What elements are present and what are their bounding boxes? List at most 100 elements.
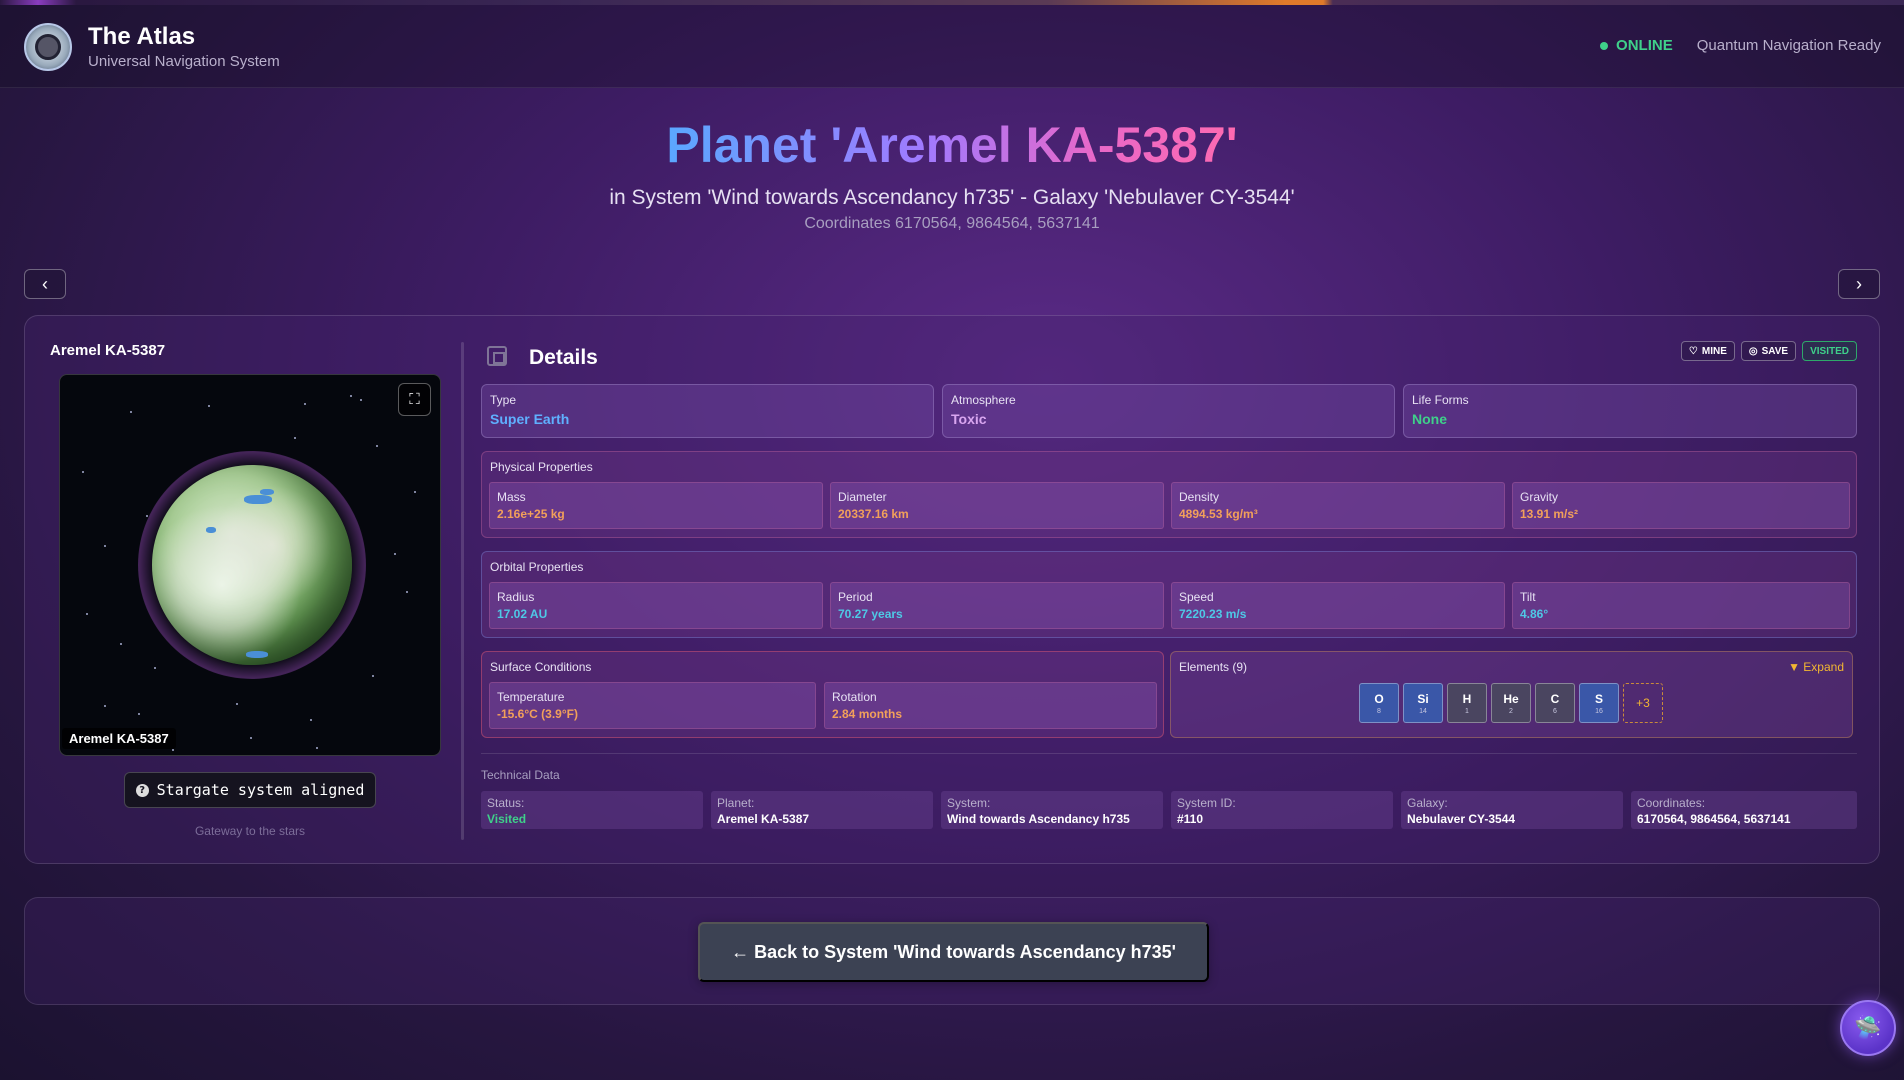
tech-galaxy-label: Galaxy:	[1407, 796, 1448, 810]
element-tiles: O 8 Si 14 H 1 He 2 C 6 S 16 +3	[1359, 683, 1663, 723]
elements-section: Elements (9) ▼ Expand O 8 Si 14 H 1 He 2	[1170, 651, 1853, 738]
density-value: 4894.53 kg/m³	[1179, 507, 1258, 521]
atmosphere-box: Atmosphere Toxic	[942, 384, 1395, 438]
atlas-logo-icon[interactable]	[24, 23, 72, 71]
orbital-properties-section: Orbital Properties Radius 17.02 AU Perio…	[481, 551, 1857, 638]
element-number: 8	[1377, 707, 1381, 715]
type-box: Type Super Earth	[481, 384, 934, 438]
life-forms-box: Life Forms None	[1403, 384, 1857, 438]
online-label: ONLINE	[1616, 37, 1673, 54]
radius-cell: Radius 17.02 AU	[489, 582, 823, 629]
navigation-status-message: Quantum Navigation Ready	[1696, 37, 1881, 54]
mass-cell: Mass 2.16e+25 kg	[489, 482, 823, 529]
tech-system-cell: System: Wind towards Ascendancy h735	[941, 791, 1163, 829]
element-tile-helium[interactable]: He 2	[1491, 683, 1531, 723]
atmosphere-value: Toxic	[951, 411, 987, 427]
details-title: Details	[529, 346, 598, 369]
planet-viewer[interactable]: ⛶ Aremel KA-5387	[59, 374, 441, 756]
rotation-label: Rotation	[832, 690, 877, 704]
pin-icon: ◎	[1748, 345, 1758, 357]
tech-system-id-cell: System ID: #110	[1171, 791, 1393, 829]
mass-label: Mass	[497, 490, 526, 504]
element-tile-sulfur[interactable]: S 16	[1579, 683, 1619, 723]
speed-value: 7220.23 m/s	[1179, 607, 1247, 621]
element-tile-silicon[interactable]: Si 14	[1403, 683, 1443, 723]
physical-properties-section: Physical Properties Mass 2.16e+25 kg Dia…	[481, 451, 1857, 538]
period-cell: Period 70.27 years	[830, 582, 1164, 629]
density-label: Density	[1179, 490, 1220, 504]
tech-status-value: Visited	[487, 812, 527, 826]
element-symbol: S	[1594, 691, 1603, 706]
technical-divider	[481, 753, 1857, 754]
element-number: 1	[1465, 707, 1469, 715]
element-tile-oxygen[interactable]: O 8	[1359, 683, 1399, 723]
planet-render	[152, 465, 352, 665]
column-divider	[461, 342, 464, 840]
app-header: The Atlas Universal Navigation System ON…	[0, 5, 1904, 88]
technical-data-title: Technical Data	[481, 768, 560, 782]
action-buttons: ♡ MINE ◎ SAVE VISITED	[1680, 341, 1857, 361]
density-cell: Density 4894.53 kg/m³	[1171, 482, 1505, 529]
temperature-label: Temperature	[497, 690, 565, 704]
more-elements-label: +3	[1636, 696, 1650, 710]
elements-title: Elements (9)	[1179, 660, 1248, 674]
radius-value: 17.02 AU	[497, 607, 548, 621]
planet-card: Aremel KA-5387 ⛶ Aremel KA-5387 ? Starga…	[24, 315, 1880, 864]
stargate-icon: ?	[135, 783, 149, 797]
tilt-cell: Tilt 4.86°	[1512, 582, 1850, 629]
save-button[interactable]: ◎ SAVE	[1740, 341, 1797, 361]
diameter-cell: Diameter 20337.16 km	[830, 482, 1164, 529]
element-tile-carbon[interactable]: C 6	[1535, 683, 1575, 723]
mine-button[interactable]: ♡ MINE	[1680, 341, 1735, 361]
tech-status-cell: Status: Visited	[481, 791, 703, 829]
back-to-system-button[interactable]: ← Back to System 'Wind towards Ascendanc…	[698, 922, 1209, 982]
period-label: Period	[838, 590, 873, 604]
more-elements-button[interactable]: +3	[1623, 683, 1663, 723]
next-planet-button[interactable]: ›	[1838, 269, 1880, 299]
back-navigation-card: ← Back to System 'Wind towards Ascendanc…	[24, 897, 1880, 1005]
planet-viewer-column: Aremel KA-5387 ⛶ Aremel KA-5387 ? Starga…	[25, 316, 462, 865]
tilt-label: Tilt	[1520, 590, 1536, 604]
details-column: Details ♡ MINE ◎ SAVE VISITED Type Super E…	[481, 316, 1857, 865]
tech-coordinates-label: Coordinates:	[1637, 796, 1706, 810]
previous-planet-button[interactable]: ‹	[24, 269, 66, 299]
element-tile-hydrogen[interactable]: H 1	[1447, 683, 1487, 723]
stargate-status-button[interactable]: ? Stargate system aligned	[124, 772, 376, 808]
orbital-properties-title: Orbital Properties	[490, 560, 584, 574]
element-number: 2	[1509, 707, 1513, 715]
element-symbol: Si	[1417, 691, 1429, 706]
element-symbol: C	[1550, 691, 1560, 706]
mass-value: 2.16e+25 kg	[497, 507, 565, 521]
tech-system-value: Wind towards Ascendancy h735	[947, 812, 1130, 826]
gravity-value: 13.91 m/s²	[1520, 507, 1579, 521]
tech-system-id-value: #110	[1177, 812, 1204, 826]
chevron-left-icon: ‹	[42, 273, 48, 294]
temperature-cell: Temperature -15.6°C (3.9°F)	[489, 682, 816, 729]
app-subtitle: Universal Navigation System	[88, 53, 280, 70]
details-cube-icon	[487, 346, 507, 366]
status-dot-icon	[1600, 41, 1609, 50]
surface-conditions-title: Surface Conditions	[490, 660, 592, 674]
online-status: ONLINE	[1600, 37, 1673, 54]
element-symbol: H	[1462, 691, 1472, 706]
tilt-value: 4.86°	[1520, 607, 1549, 621]
fullscreen-expand-icon[interactable]: ⛶	[398, 383, 431, 416]
tech-galaxy-value: Nebulaver CY-3544	[1407, 812, 1516, 826]
stargate-label: Stargate system aligned	[156, 781, 365, 799]
planet-name-label: Aremel KA-5387	[50, 342, 166, 359]
life-forms-value: None	[1412, 411, 1447, 427]
tech-system-id-label: System ID:	[1177, 796, 1236, 810]
visited-badge[interactable]: VISITED	[1802, 341, 1857, 361]
rotation-value: 2.84 months	[832, 707, 903, 721]
elements-expand-toggle[interactable]: ▼ Expand	[1788, 660, 1844, 674]
radius-label: Radius	[497, 590, 535, 604]
diameter-value: 20337.16 km	[838, 507, 909, 521]
tech-coordinates-value: 6170564, 9864564, 5637141	[1637, 812, 1791, 826]
assistant-ufo-icon[interactable]: 🛸	[1840, 1000, 1896, 1056]
type-value: Super Earth	[490, 411, 570, 427]
type-label: Type	[490, 393, 517, 407]
element-symbol: O	[1374, 691, 1384, 706]
life-forms-label: Life Forms	[1412, 393, 1469, 407]
rotation-cell: Rotation 2.84 months	[824, 682, 1157, 729]
tech-coordinates-cell: Coordinates: 6170564, 9864564, 5637141	[1631, 791, 1857, 829]
